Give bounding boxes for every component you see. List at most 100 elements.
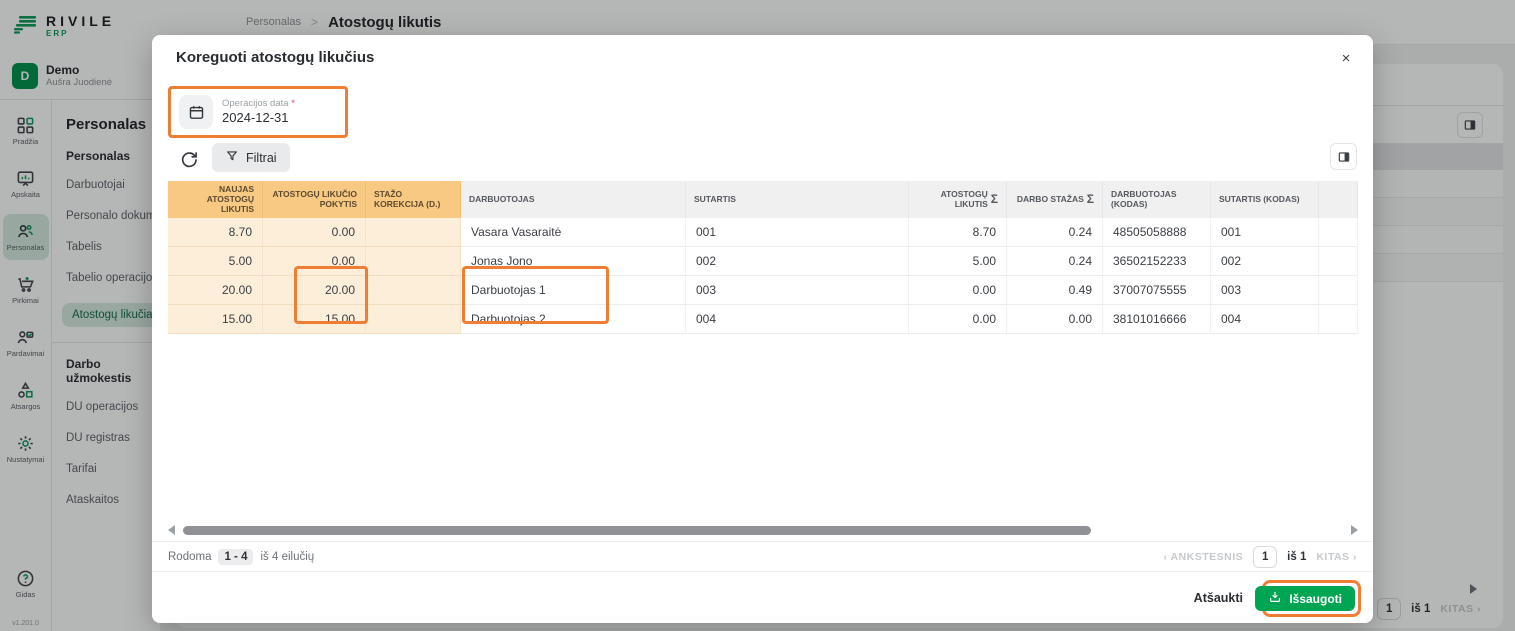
cell-atostog-liku-io-pokytis-row-4[interactable]: 15.00 <box>263 305 366 334</box>
column-header-label: ATOSTOGŲ LIKUTIS <box>917 189 988 209</box>
cell-naujas-atostog-likutis-row-4[interactable]: 15.00 <box>168 305 263 334</box>
cell-darbuotojas-kodas-row-4: 38101016666 <box>1103 305 1211 334</box>
cell-atostog-likutis-row-1: 8.70 <box>909 218 1007 247</box>
save-icon <box>1268 590 1282 607</box>
cell-darbuotojas-kodas-row-3: 37007075555 <box>1103 276 1211 305</box>
cell-sutartis-row-3: 003 <box>686 276 909 305</box>
funnel-icon <box>225 149 239 166</box>
cell-darbuotojas-row-3: Darbuotojas 1 <box>461 276 686 305</box>
scrollbar-thumb[interactable] <box>183 526 1091 535</box>
cell-darbuotojas-row-2: Jonas Jono <box>461 247 686 276</box>
cell-sutartis-kodas-row-2: 002 <box>1211 247 1319 276</box>
modal-title: Koreguoti atostogų likučius <box>176 49 374 66</box>
cell-atostog-liku-io-pokytis-row-3[interactable]: 20.00 <box>263 276 366 305</box>
close-icon[interactable]: × <box>1335 47 1357 69</box>
page-number-box[interactable]: 1 <box>1253 546 1277 568</box>
scroll-left-icon[interactable] <box>168 525 175 535</box>
cell-sutartis-row-1: 001 <box>686 218 909 247</box>
cell-item-row-3 <box>1319 276 1358 305</box>
cell-item-row-2 <box>1319 247 1358 276</box>
cell-sutartis-kodas-row-4: 004 <box>1211 305 1319 334</box>
cell-atostog-likutis-row-2: 5.00 <box>909 247 1007 276</box>
cell-naujas-atostog-likutis-row-2[interactable]: 5.00 <box>168 247 263 276</box>
columns-toggle-button[interactable] <box>1330 143 1357 170</box>
table-row-2: 5.000.00Jonas Jono0025.000.2436502152233… <box>168 247 1358 276</box>
scrollbar-track[interactable] <box>181 526 1345 535</box>
chevron-right-icon: › <box>1353 551 1357 563</box>
column-header-label: DARBUOTOJAS (KODAS) <box>1111 189 1202 209</box>
filters-button-label: Filtrai <box>246 151 277 165</box>
screen: Personalas > Atostogų likutis RIVILE ERP… <box>0 0 1515 631</box>
cell-sutartis-row-4: 004 <box>686 305 909 334</box>
column-header-atostog-liku-io-pokytis: ATOSTOGŲ LIKUČIO POKYTIS <box>263 181 366 218</box>
sigma-sum-icon[interactable]: Σ <box>991 192 998 206</box>
horizontal-scrollbar[interactable] <box>168 524 1358 536</box>
table-row-3: 20.0020.00Darbuotojas 10030.000.49370070… <box>168 276 1358 305</box>
cell-sutartis-row-2: 002 <box>686 247 909 276</box>
table-row-1: 8.700.00Vasara Vasaraitė0018.700.2448505… <box>168 218 1358 247</box>
column-header-sutartis-kodas: SUTARTIS (KODAS) <box>1211 181 1319 218</box>
table-row-4: 15.0015.00Darbuotojas 20040.000.00381010… <box>168 305 1358 334</box>
column-header-label: STAŽO KOREKCIJA (D.) <box>374 189 452 209</box>
cell-sta-o-korekcija-d-row-3[interactable] <box>366 276 461 305</box>
cell-darbuotojas-row-1: Vasara Vasaraitė <box>461 218 686 247</box>
column-header-atostog-likutis: ATOSTOGŲ LIKUTISΣ <box>909 181 1007 218</box>
cell-darbo-sta-as-row-3: 0.49 <box>1007 276 1103 305</box>
chevron-left-icon: ‹ <box>1163 551 1167 563</box>
column-header-label: SUTARTIS <box>694 194 900 204</box>
cell-atostog-likutis-row-4: 0.00 <box>909 305 1007 334</box>
cancel-button[interactable]: Atšaukti <box>1194 591 1243 605</box>
cell-atostog-liku-io-pokytis-row-2[interactable]: 0.00 <box>263 247 366 276</box>
cell-sta-o-korekcija-d-row-2[interactable] <box>366 247 461 276</box>
column-header-label: SUTARTIS (KODAS) <box>1219 194 1310 204</box>
scroll-right-icon[interactable] <box>1351 525 1358 535</box>
cell-atostog-liku-io-pokytis-row-1[interactable]: 0.00 <box>263 218 366 247</box>
pagination: ‹ ANKSTESNIS 1 iš 1 KITAS › <box>1163 546 1357 568</box>
cell-darbo-sta-as-row-1: 0.24 <box>1007 218 1103 247</box>
cell-darbo-sta-as-row-2: 0.24 <box>1007 247 1103 276</box>
cell-item-row-4 <box>1319 305 1358 334</box>
filters-button[interactable]: Filtrai <box>212 143 290 172</box>
cell-sutartis-kodas-row-3: 003 <box>1211 276 1319 305</box>
refresh-icon[interactable] <box>179 150 201 172</box>
vacation-balance-table: NAUJAS ATOSTOGŲ LIKUTIS ATOSTOGŲ LIKUČIO … <box>168 181 1358 334</box>
cell-darbo-sta-as-row-4: 0.00 <box>1007 305 1103 334</box>
column-header-sta-o-korekcija-d: STAŽO KOREKCIJA (D.) <box>366 181 461 218</box>
page-of-label: iš 1 <box>1287 551 1306 563</box>
column-header-label: ATOSTOGŲ LIKUČIO POKYTIS <box>271 189 357 209</box>
cell-atostog-likutis-row-3: 0.00 <box>909 276 1007 305</box>
date-field-value: 2024-12-31 <box>222 110 295 127</box>
column-header-darbuotojas: DARBUOTOJAS <box>461 181 686 218</box>
save-button-label: Išsaugoti <box>1289 592 1342 606</box>
cell-darbuotojas-kodas-row-2: 36502152233 <box>1103 247 1211 276</box>
cell-darbuotojas-kodas-row-1: 48505058888 <box>1103 218 1211 247</box>
operation-date-field[interactable]: Operacijos data * 2024-12-31 <box>168 86 348 138</box>
table-footer: Rodoma 1 - 4 iš 4 eilučių ‹ ANKSTESNIS 1… <box>152 541 1373 571</box>
cell-sta-o-korekcija-d-row-4[interactable] <box>366 305 461 334</box>
cell-naujas-atostog-likutis-row-1[interactable]: 8.70 <box>168 218 263 247</box>
previous-page-button[interactable]: ‹ ANKSTESNIS <box>1163 551 1243 563</box>
column-header-label: DARBUOTOJAS <box>469 194 677 204</box>
column-header-label: DARBO STAŽAS <box>1015 194 1084 204</box>
cell-naujas-atostog-likutis-row-3[interactable]: 20.00 <box>168 276 263 305</box>
modal-koreguoti-atostogu-likucius: Koreguoti atostogų likučius × Operacijos… <box>152 35 1373 623</box>
rows-range-badge: 1 - 4 <box>218 549 253 565</box>
sigma-sum-icon[interactable]: Σ <box>1087 192 1094 206</box>
calendar-icon[interactable] <box>179 95 213 129</box>
column-header-sutartis: SUTARTIS <box>686 181 909 218</box>
column-header-item <box>1319 181 1358 218</box>
table-header-row: NAUJAS ATOSTOGŲ LIKUTIS ATOSTOGŲ LIKUČIO … <box>168 181 1358 218</box>
cell-darbuotojas-row-4: Darbuotojas 2 <box>461 305 686 334</box>
save-button[interactable]: Išsaugoti <box>1255 586 1355 611</box>
cell-sutartis-kodas-row-1: 001 <box>1211 218 1319 247</box>
next-page-button[interactable]: KITAS › <box>1316 551 1357 563</box>
column-header-label: NAUJAS ATOSTOGŲ LIKUTIS <box>176 184 254 215</box>
cell-sta-o-korekcija-d-row-1[interactable] <box>366 218 461 247</box>
showing-label: Rodoma <box>168 551 211 563</box>
required-asterisk: * <box>291 98 295 109</box>
rows-total-label: iš 4 eilučių <box>260 551 314 563</box>
column-header-darbuotojas-kodas: DARBUOTOJAS (KODAS) <box>1103 181 1211 218</box>
column-header-darbo-sta-as: DARBO STAŽASΣ <box>1007 181 1103 218</box>
date-field-label: Operacijos data <box>222 98 289 109</box>
modal-actions: Atšaukti <box>152 571 1373 623</box>
